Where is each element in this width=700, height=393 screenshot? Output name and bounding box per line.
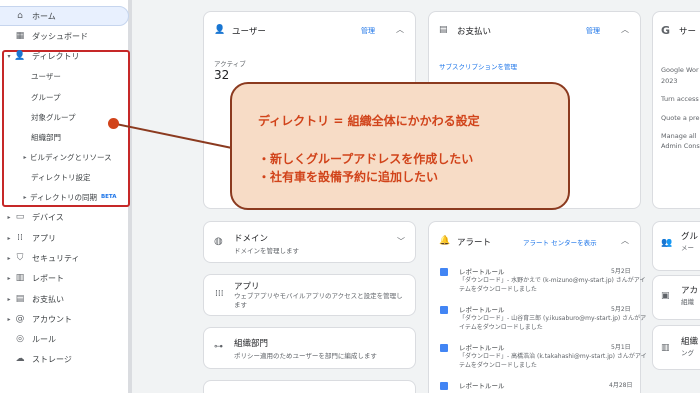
- annotation-callout: ディレクトリ = 組織全体にかかわる設定 ・新しくグループアドレスを作成したい …: [230, 82, 570, 210]
- callout-heading: ディレクトリ = 組織全体にかかわる設定: [258, 114, 480, 128]
- callout-pointer-dot: [108, 118, 119, 129]
- callout-bullet-2: ・社有車を設備予約に追加したい: [258, 170, 439, 184]
- callout-bullet-1: ・新しくグループアドレスを作成したい: [258, 152, 474, 166]
